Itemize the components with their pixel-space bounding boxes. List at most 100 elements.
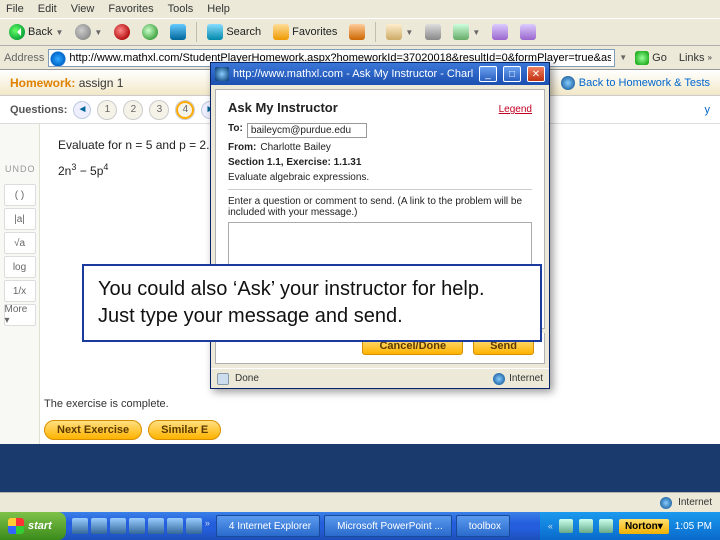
maximize-button[interactable]: □ [503, 66, 521, 82]
task-folder[interactable]: toolbox [456, 515, 510, 537]
menu-view[interactable]: View [71, 3, 95, 15]
go-icon [635, 51, 649, 65]
windows-taskbar: start » 4 Internet Explorer Microsoft Po… [0, 512, 720, 540]
misc-button-2[interactable] [515, 21, 541, 43]
question-num-1[interactable]: 1 [97, 100, 117, 120]
misc-button-1[interactable] [487, 21, 513, 43]
internet-zone-icon [493, 373, 505, 385]
internet-zone-icon-main [660, 497, 672, 509]
menu-favorites[interactable]: Favorites [108, 3, 153, 15]
task-ppt-label: Microsoft PowerPoint ... [337, 521, 443, 532]
tool-sqrt[interactable]: √a [4, 232, 36, 254]
favorites-label: Favorites [292, 26, 337, 38]
system-tray: « Norton▾ 1:05 PM [540, 512, 720, 540]
subprompt-text: Evaluate algebraic expressions. [228, 172, 369, 183]
edit-button[interactable]: ▼ [448, 21, 485, 43]
undo-label: UNDO [5, 164, 36, 174]
start-button[interactable]: start [0, 512, 66, 540]
ql-mail-icon[interactable] [91, 518, 107, 534]
ie-status-bar: Internet [0, 492, 720, 512]
minimize-button[interactable]: _ [479, 66, 497, 82]
from-row: From:Charlotte Bailey [228, 142, 532, 153]
go-button[interactable]: Go [631, 51, 671, 65]
favorites-button[interactable]: Favorites [268, 21, 342, 43]
home-icon [170, 24, 186, 40]
stop-button[interactable] [109, 21, 135, 43]
ql-ie-icon[interactable] [72, 518, 88, 534]
prev-question-button[interactable]: ◄ [73, 101, 91, 119]
links-menu[interactable]: Links » [675, 52, 716, 64]
print-icon [425, 24, 441, 40]
menu-edit[interactable]: Edit [38, 3, 57, 15]
tray-icon-1[interactable] [559, 519, 573, 533]
tool-parens[interactable]: ( ) [4, 184, 36, 206]
modal-titlebar[interactable]: http://www.mathxl.com - Ask My Instructo… [211, 63, 549, 85]
print-button[interactable] [420, 21, 446, 43]
questions-label: Questions: [10, 104, 67, 116]
next-exercise-button[interactable]: Next Exercise [44, 420, 142, 440]
ql-excel-icon[interactable] [148, 518, 164, 534]
similar-exercise-button[interactable]: Similar E [148, 420, 221, 440]
home-button[interactable] [165, 21, 191, 43]
search-label: Search [226, 26, 261, 38]
to-field[interactable]: baileycm@purdue.edu [247, 123, 367, 138]
quick-launch: » [66, 518, 216, 534]
question-num-3[interactable]: 3 [149, 100, 169, 120]
tool-abs[interactable]: |a| [4, 208, 36, 230]
ie-toolbar: Back▼ ▼ Search Favorites ▼ ▼ [0, 18, 720, 46]
history-button[interactable] [344, 21, 370, 43]
to-label: To: [228, 123, 243, 138]
search-button[interactable]: Search [202, 21, 266, 43]
mail-button[interactable]: ▼ [381, 21, 418, 43]
assignment-title: assign 1 [79, 76, 124, 90]
toolbar-separator [196, 22, 197, 42]
modal-status-bar: Done Internet [211, 368, 549, 388]
ql-desktop-icon[interactable] [110, 518, 126, 534]
refresh-button[interactable] [137, 21, 163, 43]
star-icon [273, 24, 289, 40]
legend-link[interactable]: Legend [499, 104, 532, 115]
up-arrow-icon [561, 76, 575, 90]
ql-overflow[interactable]: » [205, 518, 210, 534]
ql-app-icon[interactable] [186, 518, 202, 534]
norton-badge[interactable]: Norton▾ [619, 519, 669, 534]
back-label: Back [28, 26, 52, 38]
search-icon [207, 24, 223, 40]
forward-icon [75, 24, 91, 40]
page-icon [217, 373, 229, 385]
refresh-icon [142, 24, 158, 40]
homework-label: Homework: [10, 76, 75, 90]
tray-icon-3[interactable] [599, 519, 613, 533]
close-button[interactable]: ✕ [527, 66, 545, 82]
tray-overflow[interactable]: « [548, 521, 553, 531]
misc-icon [492, 24, 508, 40]
modal-status-done: Done [235, 373, 259, 384]
menu-tools[interactable]: Tools [168, 3, 194, 15]
back-button[interactable]: Back▼ [4, 21, 68, 43]
exercise-action-bar: Next Exercise Similar E [44, 420, 221, 440]
tool-log[interactable]: log [4, 256, 36, 278]
back-to-homework-link[interactable]: Back to Homework & Tests [561, 76, 710, 90]
tray-icon-2[interactable] [579, 519, 593, 533]
section-row: Section 1.1, Exercise: 1.1.31 [228, 157, 532, 168]
forward-button[interactable]: ▼ [70, 21, 107, 43]
ql-word-icon[interactable] [129, 518, 145, 534]
history-icon [349, 24, 365, 40]
modal-zone-label: Internet [509, 373, 543, 384]
menu-help[interactable]: Help [207, 3, 230, 15]
question-num-4[interactable]: 4 [175, 100, 195, 120]
problem-prompt: Evaluate for n = 5 and p = 2. [58, 138, 209, 152]
menu-file[interactable]: File [6, 3, 24, 15]
task-ie[interactable]: 4 Internet Explorer [216, 515, 320, 537]
ie-page-icon [215, 67, 229, 81]
ql-ppt-icon[interactable] [167, 518, 183, 534]
slide-caption: You could also ‘Ask’ your instructor for… [82, 264, 542, 342]
modal-divider [228, 189, 532, 190]
problem-expression: 2n3 − 5p4 [58, 162, 209, 178]
task-powerpoint[interactable]: Microsoft PowerPoint ... [324, 515, 452, 537]
stop-icon [114, 24, 130, 40]
tool-frac[interactable]: 1/x [4, 280, 36, 302]
subprompt-row: Evaluate algebraic expressions. [228, 172, 532, 183]
tool-more[interactable]: More ▾ [4, 304, 36, 326]
question-num-2[interactable]: 2 [123, 100, 143, 120]
